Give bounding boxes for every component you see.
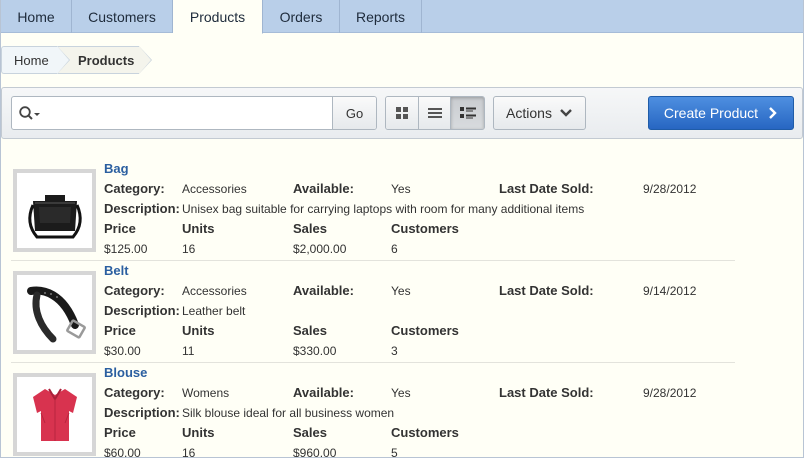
toolbar: Go Actions Create Product <box>1 87 803 139</box>
units-label: Units <box>182 323 215 338</box>
product-item: Bag Category: Accessories Available: Yes… <box>1 159 803 261</box>
price-label: Price <box>104 425 136 440</box>
units-value: 11 <box>182 344 195 358</box>
belt-icon <box>26 286 86 342</box>
app-frame: Home Customers Products Orders Reports H… <box>0 0 804 458</box>
sales-label: Sales <box>293 323 327 338</box>
last-date-sold-value: 9/28/2012 <box>643 386 697 400</box>
last-date-sold-label: Last Date Sold: <box>499 283 594 298</box>
category-value: Accessories <box>182 284 247 298</box>
product-name-link[interactable]: Belt <box>104 263 129 278</box>
tab-home[interactable]: Home <box>1 0 72 33</box>
units-label: Units <box>182 221 215 236</box>
sales-label: Sales <box>293 425 327 440</box>
product-name-link[interactable]: Blouse <box>104 365 147 380</box>
tab-reports[interactable]: Reports <box>340 0 422 33</box>
sales-value: $2,000.00 <box>293 242 347 256</box>
category-value: Accessories <box>182 182 247 196</box>
customers-label: Customers <box>391 425 459 440</box>
last-date-sold-label: Last Date Sold: <box>499 385 594 400</box>
breadcrumb-home-label: Home <box>14 52 49 68</box>
customers-value: 6 <box>391 242 398 256</box>
available-value: Yes <box>391 182 411 196</box>
breadcrumb-current-label: Products <box>78 52 135 68</box>
description-value: Unisex bag suitable for carrying laptops… <box>182 202 585 216</box>
search-box: Go <box>11 96 377 130</box>
create-product-label: Create Product <box>663 105 759 121</box>
blouse-icon <box>32 387 77 441</box>
customers-label: Customers <box>391 323 459 338</box>
report-view-button[interactable] <box>418 97 452 129</box>
description-value: Silk blouse ideal for all business women <box>182 406 395 420</box>
sales-label: Sales <box>293 221 327 236</box>
category-value: Womens <box>182 386 230 400</box>
breadcrumb-home[interactable]: Home <box>1 46 70 74</box>
price-label: Price <box>104 221 136 236</box>
tab-orders[interactable]: Orders <box>263 0 340 33</box>
price-label: Price <box>104 323 136 338</box>
description-value: Leather belt <box>182 304 246 318</box>
icons-view-button[interactable] <box>386 97 419 129</box>
category-label: Category: <box>104 283 165 298</box>
product-name-link[interactable]: Bag <box>104 161 129 176</box>
actions-label: Actions <box>506 105 552 121</box>
customers-value: 5 <box>391 446 398 458</box>
product-image[interactable] <box>13 271 96 354</box>
list-icon <box>427 108 442 118</box>
description-label: Description: <box>104 201 180 216</box>
detail-list-icon <box>459 107 476 119</box>
actions-menu-button[interactable]: Actions <box>493 96 586 130</box>
last-date-sold-label: Last Date Sold: <box>499 181 594 196</box>
sales-value: $960.00 <box>293 446 337 458</box>
search-icon[interactable] <box>12 97 48 129</box>
breadcrumb: Home Products <box>1 46 152 74</box>
product-item: Blouse Category: Womens Available: Yes L… <box>1 363 803 458</box>
available-value: Yes <box>391 386 411 400</box>
product-image[interactable] <box>13 169 96 252</box>
view-mode-group <box>385 96 485 130</box>
customers-label: Customers <box>391 221 459 236</box>
price-value: $30.00 <box>104 344 141 358</box>
sales-value: $330.00 <box>293 344 337 358</box>
tab-customers[interactable]: Customers <box>72 0 173 33</box>
last-date-sold-value: 9/14/2012 <box>643 284 697 298</box>
available-label: Available: <box>293 181 354 196</box>
chevron-right-icon <box>769 107 777 119</box>
bag-icon <box>27 194 82 238</box>
product-image[interactable] <box>13 373 96 456</box>
units-value: 16 <box>182 242 196 256</box>
available-label: Available: <box>293 283 354 298</box>
units-value: 16 <box>182 446 196 458</box>
category-label: Category: <box>104 181 165 196</box>
detail-view-button[interactable] <box>451 97 484 129</box>
last-date-sold-value: 9/28/2012 <box>643 182 697 196</box>
create-product-button[interactable]: Create Product <box>648 96 794 130</box>
tab-products[interactable]: Products <box>173 0 263 34</box>
go-button[interactable]: Go <box>332 97 376 129</box>
price-value: $60.00 <box>104 446 141 458</box>
customers-value: 3 <box>391 344 398 358</box>
units-label: Units <box>182 425 215 440</box>
description-label: Description: <box>104 303 180 318</box>
search-input[interactable] <box>48 97 332 129</box>
product-item: Belt Category: Accessories Available: Ye… <box>1 261 803 363</box>
category-label: Category: <box>104 385 165 400</box>
available-label: Available: <box>293 385 354 400</box>
description-label: Description: <box>104 405 180 420</box>
available-value: Yes <box>391 284 411 298</box>
grid-icon <box>395 107 408 119</box>
chevron-down-icon <box>560 109 572 117</box>
main-tabs: Home Customers Products Orders Reports <box>1 0 803 34</box>
price-value: $125.00 <box>104 242 148 256</box>
